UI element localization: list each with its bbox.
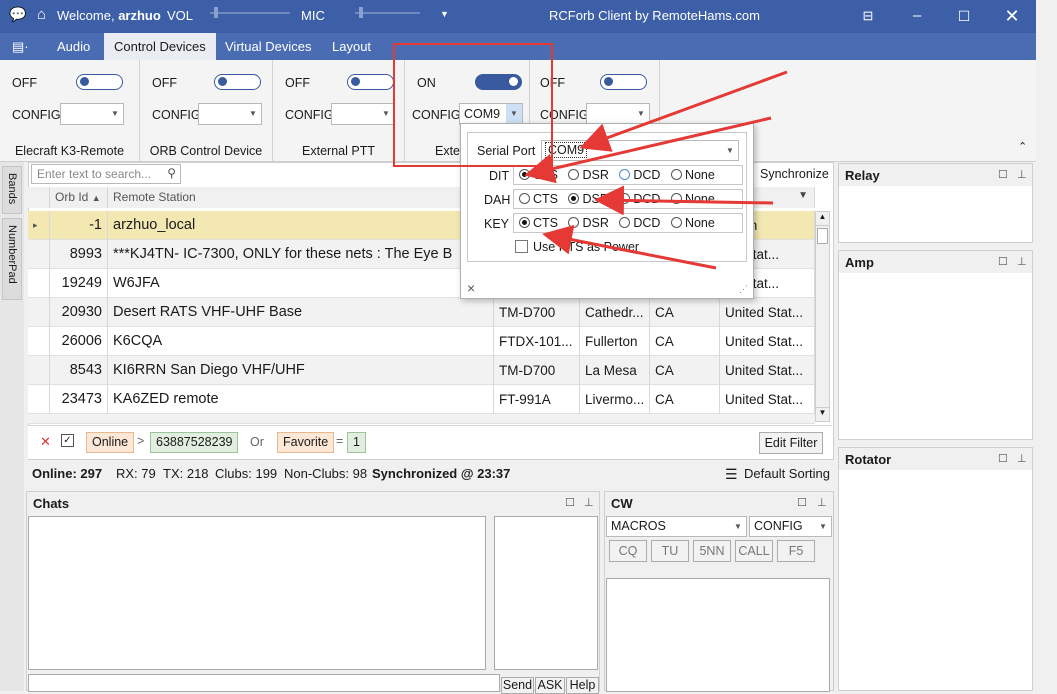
- arrow-to-dah-dsr: [594, 185, 774, 216]
- arrow-to-serial-port: [579, 70, 788, 152]
- arrow-to-key-cts: [542, 224, 717, 270]
- arrow-to-dit-cts: [524, 116, 772, 184]
- annotation-arrows: [524, 70, 788, 270]
